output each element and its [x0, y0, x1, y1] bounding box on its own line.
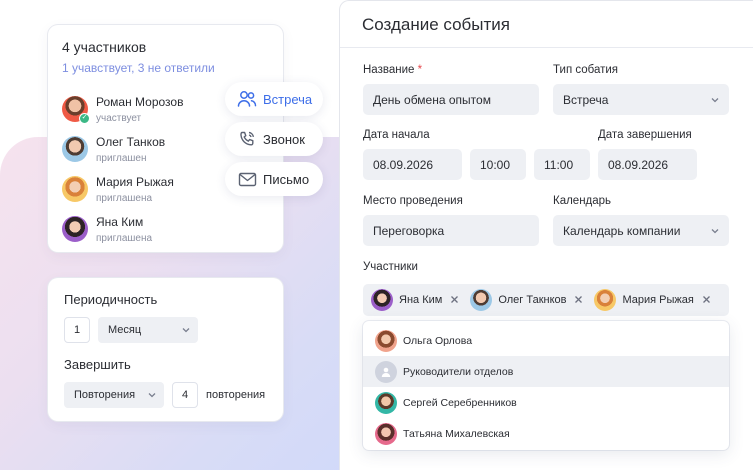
chevron-down-icon	[711, 227, 719, 235]
periodicity-card: Периодичность 1 Месяц Завершить Повторен…	[48, 278, 283, 421]
event-type-mail-button[interactable]: Письмо	[225, 162, 323, 196]
start-time-input[interactable]: 10:00	[470, 149, 526, 180]
avatar	[470, 289, 493, 311]
user-group-icon	[375, 360, 397, 383]
participants-response-summary: 1 учавствует, 3 не ответили	[62, 61, 215, 75]
chip-label: Яна Ким	[399, 294, 443, 306]
repeat-count-input[interactable]: 4	[172, 382, 198, 408]
avatar	[375, 329, 397, 352]
suggestion-item[interactable]: Татьяна Михалевская	[363, 418, 729, 449]
participants-suggestions-dropdown: Ольга Орлова Руководители отделов Сергей…	[363, 321, 729, 450]
end-date-label: Дата завершения	[598, 129, 692, 141]
participant-chip: Яна Ким	[371, 288, 460, 312]
end-time-input[interactable]: 11:00	[534, 149, 590, 180]
participants-label: Участники	[363, 261, 418, 273]
suggestion-label: Руководители отделов	[403, 365, 514, 378]
chevron-down-icon	[182, 326, 190, 334]
phone-icon	[237, 129, 257, 149]
avatar: ✓	[62, 96, 90, 124]
end-mode-value: Повторения	[74, 389, 136, 401]
period-count-input[interactable]: 1	[64, 317, 90, 343]
users-icon	[237, 89, 257, 109]
participant-status: приглашен	[96, 152, 147, 164]
event-type-meeting-button[interactable]: Встреча	[225, 82, 323, 116]
participant-row[interactable]: Яна Ким приглашена	[62, 209, 269, 249]
place-value: Переговорка	[373, 223, 445, 238]
end-date-input[interactable]: 08.09.2026	[598, 149, 697, 180]
create-event-panel: Создание события Название * День обмена …	[339, 0, 753, 470]
avatar	[375, 391, 397, 414]
chip-label: Олег Такнков	[498, 294, 567, 306]
chevron-down-icon	[711, 96, 719, 104]
place-input[interactable]: Переговорка	[363, 215, 539, 246]
participant-name: Олег Танков	[96, 134, 166, 149]
participant-chip: Мария Рыжая	[594, 288, 711, 312]
avatar	[62, 216, 88, 242]
event-type-value: Встреча	[563, 92, 609, 107]
event-type-label: Звонок	[263, 131, 305, 147]
avatar	[62, 176, 88, 202]
event-type-label: Письмо	[263, 171, 310, 187]
check-icon: ✓	[79, 113, 90, 124]
periodicity-label: Периодичность	[64, 292, 158, 307]
name-label-text: Название	[363, 64, 415, 76]
participant-name: Роман Морозов	[96, 94, 184, 109]
close-icon[interactable]	[702, 295, 712, 305]
mail-icon	[237, 169, 257, 189]
calendar-label: Календарь	[553, 195, 612, 207]
start-date-value: 08.09.2026	[373, 157, 434, 172]
suggestion-label: Сергей Серебренников	[403, 396, 517, 409]
place-label: Место проведения	[363, 195, 463, 207]
participants-input[interactable]: Яна Ким Олег Такнков Мария Рыжая	[363, 284, 729, 316]
event-type-label: Встреча	[263, 91, 313, 107]
calendar-select[interactable]: Календарь компании	[553, 215, 729, 246]
participant-chip: Олег Такнков	[470, 288, 584, 312]
panel-title: Создание события	[340, 1, 753, 48]
suggestion-item[interactable]: Сергей Серебренников	[363, 387, 729, 418]
participant-status: приглашена	[96, 192, 153, 204]
chevron-down-icon	[148, 391, 156, 399]
period-unit-select[interactable]: Месяц	[98, 317, 198, 343]
suggestion-label: Ольга Орлова	[403, 334, 473, 347]
start-date-input[interactable]: 08.09.2026	[363, 149, 462, 180]
calendar-value: Календарь компании	[563, 223, 681, 238]
participants-count-title: 4 участников	[62, 39, 147, 55]
participant-status: приглашена	[96, 232, 153, 244]
end-date-value: 08.09.2026	[608, 157, 669, 172]
participant-status: участвует	[96, 112, 142, 124]
name-label: Название *	[363, 64, 422, 76]
name-input[interactable]: День обмена опытом	[363, 84, 539, 115]
chip-label: Мария Рыжая	[622, 294, 694, 306]
close-icon[interactable]	[574, 295, 584, 305]
avatar	[371, 289, 393, 311]
avatar	[62, 136, 88, 162]
suggestion-item[interactable]: Руководители отделов	[363, 356, 729, 387]
end-time-value: 11:00	[544, 157, 574, 172]
required-mark: *	[417, 64, 423, 76]
start-date-label: Дата начала	[363, 129, 430, 141]
participant-name: Мария Рыжая	[96, 174, 174, 189]
participant-name: Яна Ким	[96, 214, 144, 229]
end-mode-select[interactable]: Повторения	[64, 382, 164, 408]
avatar	[594, 289, 617, 311]
suggestion-item[interactable]: Ольга Орлова	[363, 325, 729, 356]
repeat-suffix: повторения	[206, 389, 266, 401]
name-input-value: День обмена опытом	[373, 92, 491, 107]
type-label: Тип собатия	[553, 64, 619, 76]
end-label: Завершить	[64, 357, 131, 372]
suggestion-label: Татьяна Михалевская	[403, 427, 510, 440]
start-time-value: 10:00	[480, 157, 511, 172]
period-unit-value: Месяц	[108, 324, 142, 336]
event-type-select[interactable]: Встреча	[553, 84, 729, 115]
event-type-call-button[interactable]: Звонок	[225, 122, 323, 156]
close-icon[interactable]	[450, 295, 460, 305]
avatar	[375, 422, 397, 445]
